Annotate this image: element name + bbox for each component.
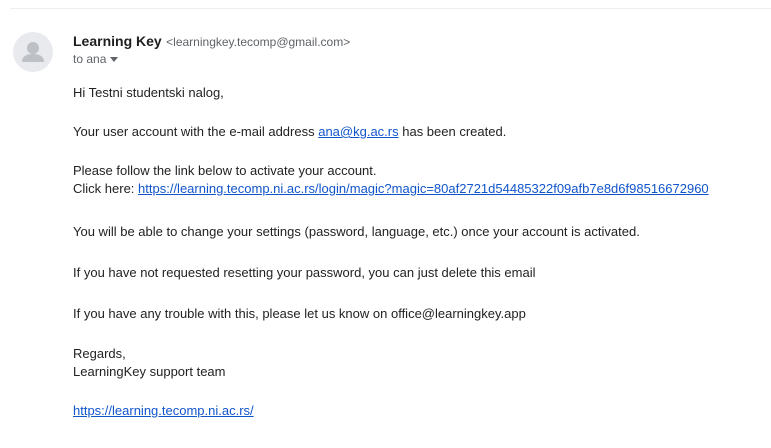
header-divider <box>10 8 771 9</box>
click-here-line: Click here: https://learning.tecomp.ni.a… <box>73 180 709 197</box>
greeting: Hi Testni studentski nalog, <box>73 85 224 100</box>
click-here-label: Click here: <box>73 181 139 196</box>
account-line-before: Your user account with the e-mail addres… <box>73 124 319 139</box>
recipient-label: to ana <box>73 52 107 66</box>
recipient-line: to ana <box>73 51 119 67</box>
settings-note: You will be able to change your settings… <box>73 224 640 239</box>
regards: Regards, <box>73 346 126 361</box>
account-created-line: Your user account with the e-mail addres… <box>73 123 506 140</box>
signature: LearningKey support team <box>73 364 226 379</box>
account-line-after: has been created. <box>398 124 507 139</box>
sender-avatar[interactable] <box>13 32 53 72</box>
sender-line: Learning Key <learningkey.tecomp@gmail.c… <box>73 32 350 51</box>
activation-link[interactable]: https://learning.tecomp.ni.ac.rs/login/m… <box>138 181 709 196</box>
footer-link-line: https://learning.tecomp.ni.ac.rs/ <box>73 402 254 419</box>
activate-instruction: Please follow the link below to activate… <box>73 163 377 178</box>
sender-name[interactable]: Learning Key <box>73 33 162 49</box>
caret-down-icon[interactable] <box>110 56 119 62</box>
sender-email: <learningkey.tecomp@gmail.com> <box>166 35 351 49</box>
account-email-link[interactable]: ana@kg.ac.rs <box>318 124 398 139</box>
not-requested-note: If you have not requested resetting your… <box>73 265 536 280</box>
footer-link[interactable]: https://learning.tecomp.ni.ac.rs/ <box>73 403 254 418</box>
trouble-note: If you have any trouble with this, pleas… <box>73 306 526 321</box>
default-person-icon <box>22 42 44 62</box>
